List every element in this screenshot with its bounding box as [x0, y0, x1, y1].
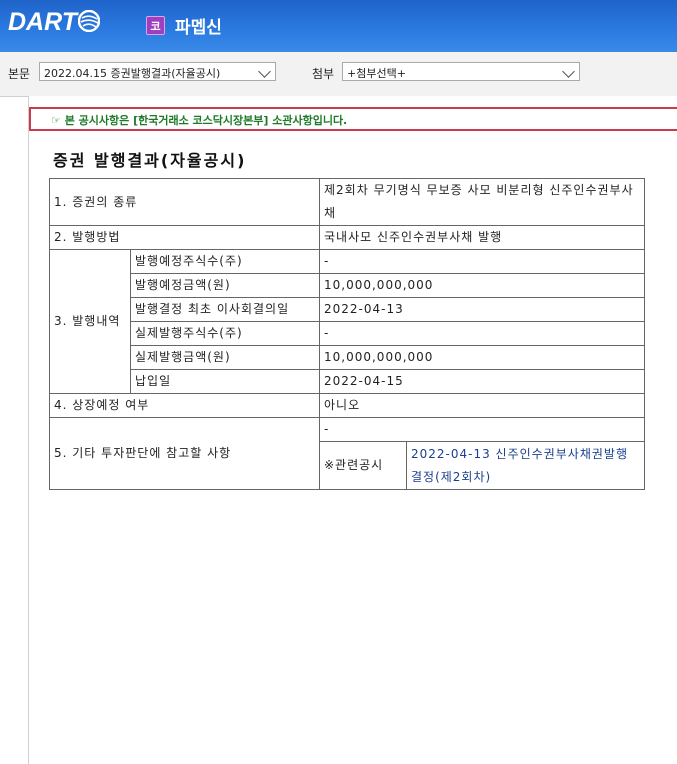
table-cell-label: 4. 상장예정 여부 [49, 393, 320, 418]
table-cell-value: 2022-04-15 [319, 369, 645, 394]
main-doc-select-value: 2022.04.15 증권발행결과(자율공시) [44, 67, 221, 80]
table-cell-label: 5. 기타 투자판단에 참고할 사항 [49, 417, 320, 490]
app-header: DART 코 파멥신 [0, 0, 677, 52]
table-cell-label: 3. 발행내역 [49, 249, 131, 394]
document-toolbar: 본문 2022.04.15 증권발행결과(자율공시) 첨부 +첨부선택+ [0, 52, 677, 97]
table-cell-value: 10,000,000,000 [319, 273, 645, 298]
table-row: 2. 발행방법 국내사모 신주인수권부사채 발행 [49, 225, 645, 250]
notice-text: ☞ 본 공시사항은 [한국거래소 코스닥시장본부] 소관사항입니다. [51, 114, 348, 127]
disclosure-table: 1. 증권의 종류 제2회차 무기명식 무보증 사모 비분리형 신주인수권부사채… [49, 178, 645, 490]
table-cell-label: 1. 증권의 종류 [49, 178, 320, 226]
table-cell-sublabel: 납입일 [130, 369, 320, 394]
logo-text: DART [8, 7, 77, 36]
table-cell-value: 아니오 [319, 393, 645, 418]
related-disclosure-link[interactable]: 2022-04-13 신주인수권부사채권발행결정(제2회차) [406, 441, 645, 490]
chevron-down-icon [258, 65, 271, 78]
chevron-down-icon [562, 65, 575, 78]
company-info: 코 파멥신 [146, 13, 222, 38]
company-name: 파멥신 [175, 18, 222, 38]
table-cell-value: 제2회차 무기명식 무보증 사모 비분리형 신주인수권부사채 [319, 178, 645, 226]
table-row: 1. 증권의 종류 제2회차 무기명식 무보증 사모 비분리형 신주인수권부사채 [49, 178, 645, 226]
attach-select[interactable]: +첨부선택+ [342, 62, 580, 81]
table-row: 5. 기타 투자판단에 참고할 사항 - [49, 417, 645, 490]
kosdaq-badge: 코 [146, 16, 165, 35]
table-row: 4. 상장예정 여부 아니오 [49, 393, 645, 418]
attach-select-value: +첨부선택+ [347, 67, 406, 80]
table-cell-value: 10,000,000,000 [319, 345, 645, 370]
attach-label: 첨부 [312, 67, 335, 81]
main-doc-label: 본문 [8, 67, 31, 81]
table-cell-value: - [319, 321, 645, 346]
table-row: 실제발행주식수(주) - [50, 321, 645, 346]
table-cell-sublabel: 발행예정금액(원) [130, 273, 320, 298]
jurisdiction-notice: ☞ 본 공시사항은 [한국거래소 코스닥시장본부] 소관사항입니다. [29, 107, 677, 131]
dart-logo[interactable]: DART [8, 7, 100, 37]
table-row: 납입일 2022-04-15 [50, 369, 645, 394]
table-row: 발행결정 최초 이사회결의일 2022-04-13 [50, 297, 645, 322]
table-cell-value: - [319, 249, 645, 274]
document-title: 증권 발행결과(자율공시) [53, 151, 247, 170]
table-cell-sublabel: 발행예정주식수(주) [130, 249, 320, 274]
table-row: 3. 발행내역 발행예정주식수(주) - [49, 249, 645, 394]
table-row: 발행예정금액(원) 10,000,000,000 [50, 273, 645, 298]
table-cell-value: - [319, 417, 645, 442]
globe-icon [77, 10, 100, 32]
related-disclosure-label: ※관련공시 [319, 441, 407, 490]
table-cell-label: 2. 발행방법 [49, 225, 320, 250]
table-cell-sublabel: 실제발행주식수(주) [130, 321, 320, 346]
table-cell-sublabel: 실제발행금액(원) [130, 345, 320, 370]
table-cell-sublabel: 발행결정 최초 이사회결의일 [130, 297, 320, 322]
table-row: 실제발행금액(원) 10,000,000,000 [50, 345, 645, 370]
table-cell-value: 2022-04-13 [319, 297, 645, 322]
main-doc-select[interactable]: 2022.04.15 증권발행결과(자율공시) [39, 62, 276, 81]
table-cell-value: 국내사모 신주인수권부사채 발행 [319, 225, 645, 250]
